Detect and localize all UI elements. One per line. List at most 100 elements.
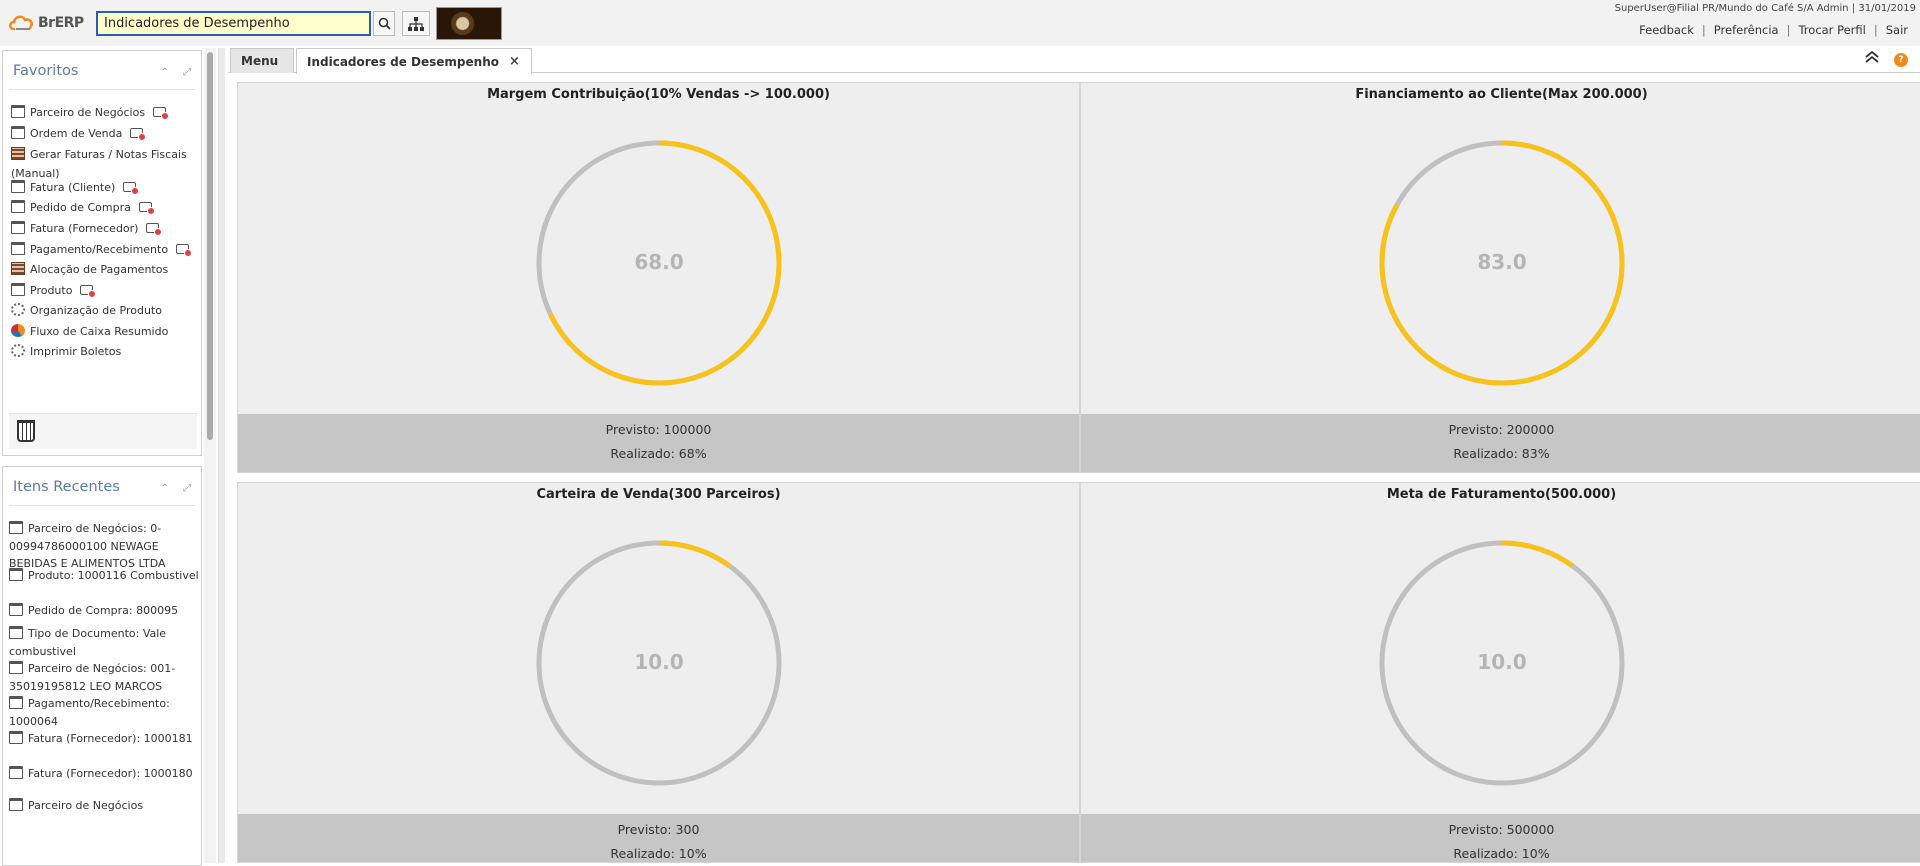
top-links: Feedback | Preferência | Trocar Perfil | Sa… [1631,23,1916,37]
window-icon [9,521,23,534]
kpi-value: 83.0 [1477,250,1527,274]
kpi-value: 68.0 [634,250,684,274]
favorite-item[interactable]: Parceiro de Negócios [11,103,201,122]
process-grid-icon [11,147,25,160]
new-record-icon[interactable] [153,107,170,120]
recent-item[interactable]: Parceiro de Negócios: 0-00994786000100 N… [9,520,199,573]
favorite-label: Pagamento/Recebimento [30,243,169,256]
kpi-previsto: Previsto: 200000 [1448,422,1555,437]
sidebar-splitter[interactable] [218,48,225,863]
recent-item[interactable]: Pagamento/Recebimento: 1000064 [9,695,199,730]
window-icon [11,242,25,255]
favorite-label: Imprimir Boletos [30,345,122,358]
favorite-item[interactable]: Fatura (Cliente) [11,178,201,197]
kpi-card: Financiamento ao Cliente(Max 200.000) 83.… [1080,82,1920,473]
recent-item[interactable]: Fatura (Fornecedor): 1000181 [9,730,199,748]
new-record-icon[interactable] [176,244,193,257]
change-role-link[interactable]: Trocar Perfil [1790,23,1873,37]
favorite-label: Alocação de Pagamentos [30,263,169,276]
new-record-icon[interactable] [130,128,147,141]
pie-chart-icon [11,324,25,337]
window-icon [9,626,23,639]
favorite-item[interactable]: Pagamento/Recebimento [11,240,201,259]
window-icon [9,696,23,709]
kpi-card: Margem Contribuição(10% Vendas -> 100.00… [237,82,1080,473]
window-icon [11,221,25,234]
sidebar-scrollbar[interactable] [204,48,216,863]
tab-indicadores[interactable]: Indicadores de Desempenho × [296,48,532,74]
new-record-icon[interactable] [138,202,155,215]
kpi-gauge: 10.0 [1372,533,1632,793]
favorite-item[interactable]: Alocação de Pagamentos [11,260,201,279]
menu-tree-button[interactable] [402,11,430,36]
logo-text: BrERP [38,15,84,31]
preferences-link[interactable]: Preferência [1706,23,1787,37]
kpi-title: Financiamento ao Cliente(Max 200.000) [1355,87,1648,102]
kpi-gauge: 10.0 [529,533,789,793]
maximize-icon[interactable]: ⤢ [183,483,191,494]
company-coffee-image [436,7,502,40]
collapse-icon[interactable]: ⌃ [161,67,169,78]
window-icon [11,283,25,296]
recent-label: Parceiro de Negócios: 001-35019195812 LE… [9,662,176,693]
window-icon [9,798,23,811]
recent-label: Fatura (Fornecedor): 1000181 [28,732,193,745]
search-button[interactable] [373,11,395,36]
favorite-item[interactable]: Produto [11,281,201,300]
favorite-label: Parceiro de Negócios [30,106,146,119]
favorites-panel: Favoritos ⌃ ⤢ Parceiro de Negócios Ordem … [2,50,202,456]
kpi-title: Carteira de Venda(300 Parceiros) [536,487,781,502]
logout-link[interactable]: Sair [1878,23,1916,37]
tab-menu[interactable]: Menu [230,48,294,73]
recent-item[interactable]: Tipo de Documento: Vale combustivel [9,625,199,660]
recent-item[interactable]: Produto: 1000116 Combustivel [9,567,199,585]
favorite-label: Pedido de Compra [30,201,131,214]
favorite-item[interactable]: Fluxo de Caixa Resumido [11,322,201,341]
recent-label: Pagamento/Recebimento: 1000064 [9,697,170,728]
user-context-info: SuperUser@Filial PR/Mundo do Café S/A Ad… [1614,3,1916,14]
kpi-card: Meta de Faturamento(500.000) 10.0 Previsto… [1080,482,1920,863]
trash-icon[interactable] [17,420,35,442]
favorite-item[interactable]: Organização de Produto [11,301,201,320]
tab-label: Indicadores de Desempenho [307,54,499,69]
new-record-icon[interactable] [123,182,140,195]
favorite-label: Produto [30,284,73,297]
collapse-header-button[interactable] [1864,50,1880,68]
maximize-icon[interactable]: ⤢ [183,67,191,78]
favorite-label: Organização de Produto [30,304,162,317]
favorites-trash-area[interactable] [9,413,197,449]
favorite-item[interactable]: Imprimir Boletos [11,342,201,361]
favorite-item[interactable]: Fatura (Fornecedor) [11,219,201,238]
window-icon [9,766,23,779]
scrollbar-thumb[interactable] [207,52,213,440]
help-button[interactable]: ? [1894,53,1908,67]
app-logo[interactable]: BrERP [8,10,88,36]
recent-label: Fatura (Fornecedor): 1000180 [28,767,193,780]
chevron-double-up-icon [1865,50,1879,63]
kpi-card: Carteira de Venda(300 Parceiros) 10.0 Prev… [237,482,1080,863]
recent-label: Parceiro de Negócios: 0-00994786000100 N… [9,522,166,570]
recent-item[interactable]: Pedido de Compra: 800095 [9,602,199,620]
recent-item[interactable]: Parceiro de Negócios [9,797,199,815]
window-icon [9,731,23,744]
favorite-item[interactable]: Pedido de Compra [11,198,201,217]
recent-label: Produto: 1000116 Combustivel [28,569,199,582]
close-icon[interactable]: × [509,54,520,69]
kpi-realizado: Realizado: 68% [610,446,707,461]
kpi-realizado: Realizado: 10% [1453,846,1550,861]
recent-title: Itens Recentes [13,479,120,495]
recent-label: Pedido de Compra: 800095 [28,604,179,617]
search-input[interactable] [96,11,371,36]
recent-item[interactable]: Fatura (Fornecedor): 1000180 [9,765,199,783]
header-bar: BrERP SuperUser@Filial PR/Mundo do Café … [0,0,1920,46]
favorite-label: Fluxo de Caixa Resumido [30,325,169,338]
window-icon [11,180,25,193]
favorite-item[interactable]: Ordem de Venda [11,124,201,143]
recent-item[interactable]: Parceiro de Negócios: 001-35019195812 LE… [9,660,199,695]
feedback-link[interactable]: Feedback [1631,23,1702,37]
new-record-icon[interactable] [146,223,163,236]
collapse-icon[interactable]: ⌃ [161,483,169,494]
process-grid-icon [11,262,25,275]
new-record-icon[interactable] [80,285,97,298]
window-icon [9,603,23,616]
